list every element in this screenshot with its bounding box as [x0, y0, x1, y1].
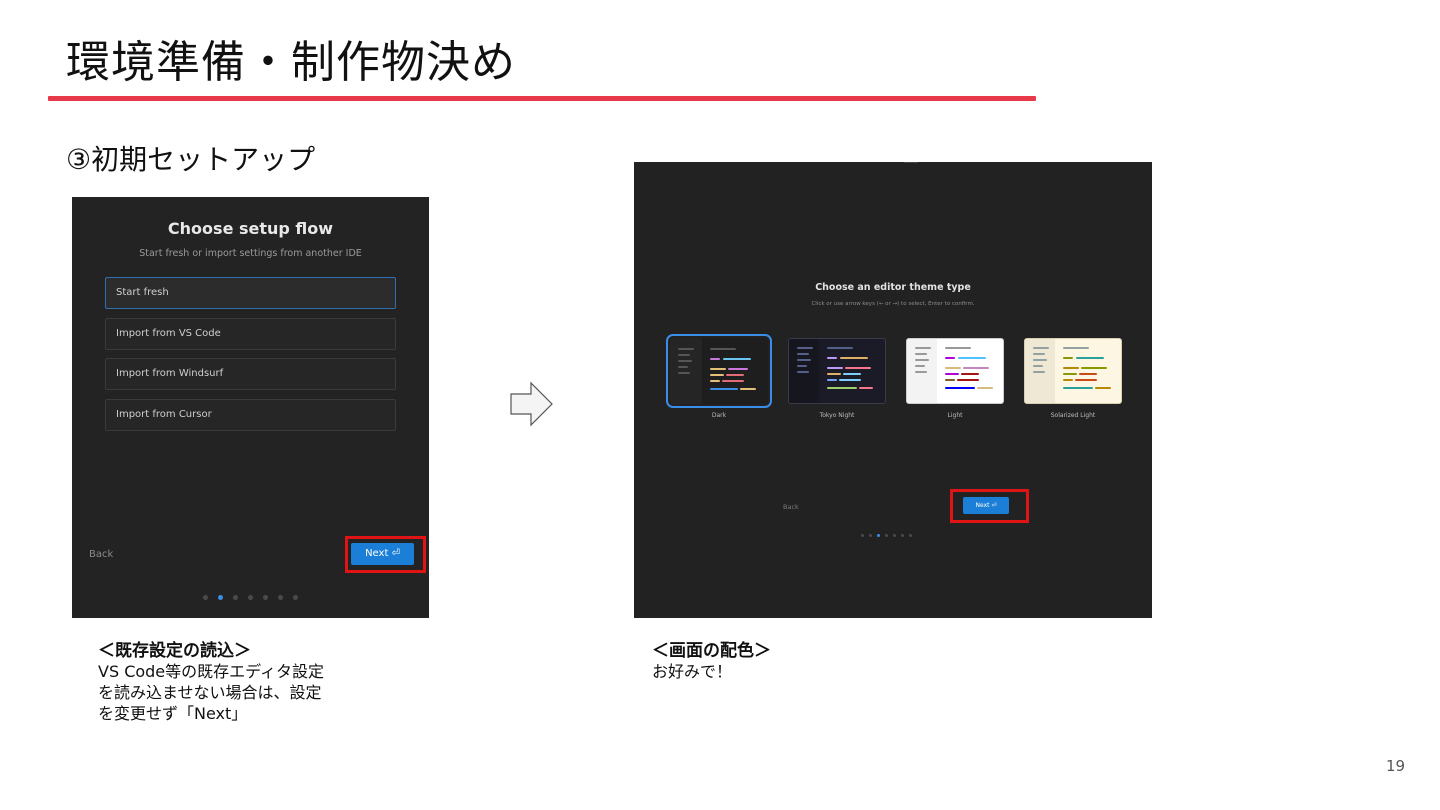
option-import-cursor[interactable]: Import from Cursor	[105, 399, 396, 431]
step-dot	[248, 595, 253, 600]
right-caption-text: お好みで！	[652, 661, 732, 682]
step-dot	[885, 534, 888, 537]
step-dot-current	[877, 534, 880, 537]
theme-card-tokyo-night[interactable]	[788, 338, 886, 404]
left-caption-line: を変更せず「Next」	[98, 704, 248, 723]
theme-card-dark[interactable]	[666, 334, 772, 408]
option-start-fresh[interactable]: Start fresh	[105, 277, 396, 309]
option-import-windsurf[interactable]: Import from Windsurf	[105, 358, 396, 390]
page-number: 19	[1386, 757, 1406, 775]
theme-label-tokyo-night: Tokyo Night	[819, 412, 855, 419]
next-button[interactable]: Next ⏎	[963, 497, 1009, 514]
step-dot-current	[218, 595, 223, 600]
left-caption-line: VS Code等の既存エディタ設定	[98, 662, 325, 681]
step-dot	[263, 595, 268, 600]
step-dot	[893, 534, 896, 537]
theme-picker-heading: Choose an editor theme type	[815, 282, 971, 293]
theme-card-light[interactable]	[906, 338, 1004, 404]
next-button[interactable]: Next ⏎	[351, 543, 414, 565]
title-underline	[48, 96, 1036, 101]
slide-title: 環境準備・制作物決め	[66, 37, 516, 88]
setup-flow-screenshot: Choose setup flow Start fresh or import …	[72, 197, 429, 618]
right-caption-line: お好みで！	[652, 662, 733, 681]
step-dot	[203, 595, 208, 600]
back-button[interactable]: Back	[89, 549, 113, 560]
right-caption-heading: ＜画面の配色＞	[652, 641, 771, 661]
step-indicator	[861, 534, 912, 537]
theme-picker-description: Click or use arrow keys (← or →) to sele…	[811, 301, 975, 307]
step-dot	[293, 595, 298, 600]
theme-label-light: Light	[947, 412, 963, 419]
step-dot	[233, 595, 238, 600]
step-dot	[909, 534, 912, 537]
step-dot	[869, 534, 872, 537]
theme-picker-screenshot: Choose an editor theme type Click or use…	[634, 162, 1152, 618]
step-dot	[861, 534, 864, 537]
right-arrow-icon	[510, 381, 553, 427]
left-caption-line: を読み込ませない場合は、設定	[98, 683, 322, 702]
theme-label-dark: Dark	[711, 412, 727, 419]
slide-subtitle: ③初期セットアップ	[66, 143, 316, 176]
left-caption-heading: ＜既存設定の読込＞	[98, 641, 251, 661]
step-dot	[278, 595, 283, 600]
step-dot	[901, 534, 904, 537]
theme-card-solarized-light[interactable]	[1024, 338, 1122, 404]
left-caption-text: VS Code等の既存エディタ設定 を読み込ませない場合は、設定 を変更せず「N…	[98, 661, 324, 724]
setup-flow-heading: Choose setup flow	[167, 219, 334, 238]
option-import-vscode[interactable]: Import from VS Code	[105, 318, 396, 350]
theme-label-solarized-light: Solarized Light	[1050, 412, 1096, 419]
setup-flow-description: Start fresh or import settings from anot…	[139, 248, 362, 259]
back-button[interactable]: Back	[783, 503, 799, 511]
step-indicator	[203, 595, 298, 600]
